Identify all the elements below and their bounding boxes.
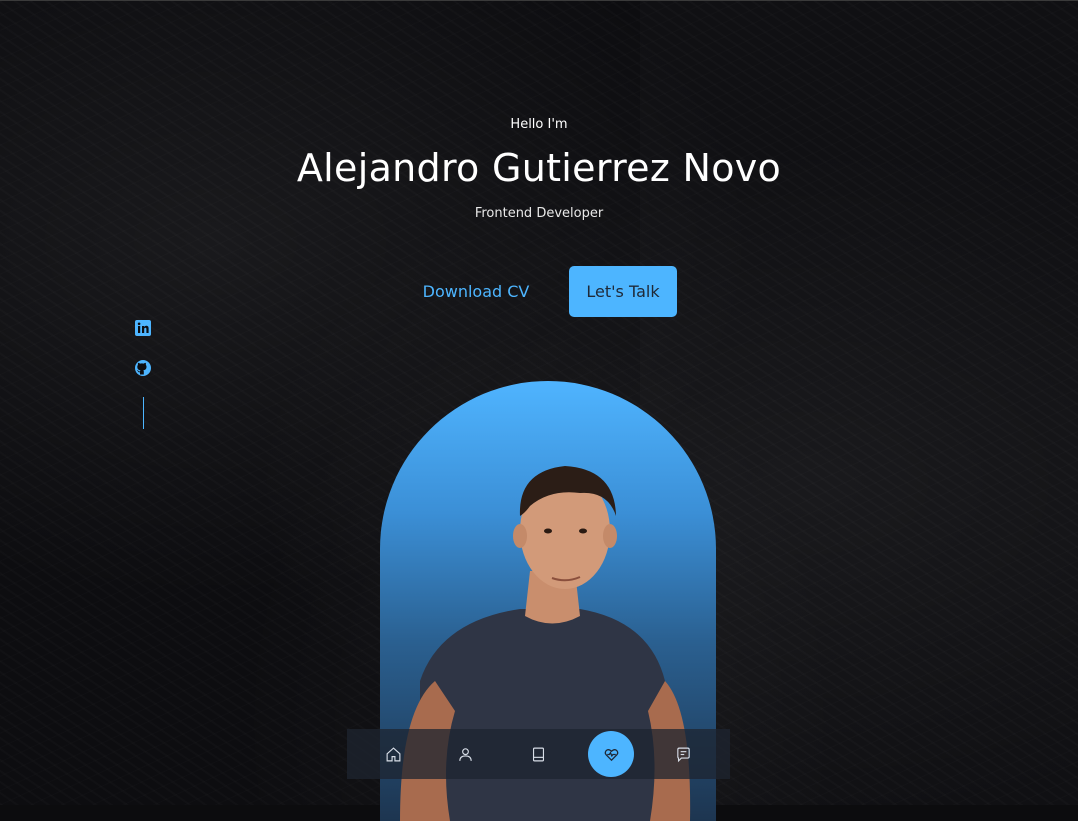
bottom-navigation <box>347 729 730 779</box>
role-subtitle: Frontend Developer <box>474 206 604 221</box>
social-divider-line <box>143 397 144 429</box>
home-icon <box>386 746 401 761</box>
download-cv-button[interactable]: Download CV <box>412 271 540 311</box>
heart-icon <box>604 748 618 761</box>
page-title: Alejandro Gutierrez Novo <box>296 146 782 190</box>
lets-talk-button[interactable]: Let's Talk <box>569 266 677 317</box>
nav-about[interactable] <box>443 731 489 777</box>
book-icon <box>532 747 545 761</box>
user-icon <box>459 747 473 761</box>
social-links <box>134 319 152 429</box>
message-icon <box>677 747 690 762</box>
nav-experience[interactable] <box>515 731 561 777</box>
github-icon[interactable] <box>134 359 152 377</box>
nav-contact[interactable] <box>661 731 707 777</box>
greeting-text: Hello I'm <box>510 117 568 132</box>
linkedin-icon[interactable] <box>134 319 152 337</box>
nav-home[interactable] <box>370 731 416 777</box>
nav-services[interactable] <box>588 731 635 777</box>
top-border <box>0 0 1078 1</box>
